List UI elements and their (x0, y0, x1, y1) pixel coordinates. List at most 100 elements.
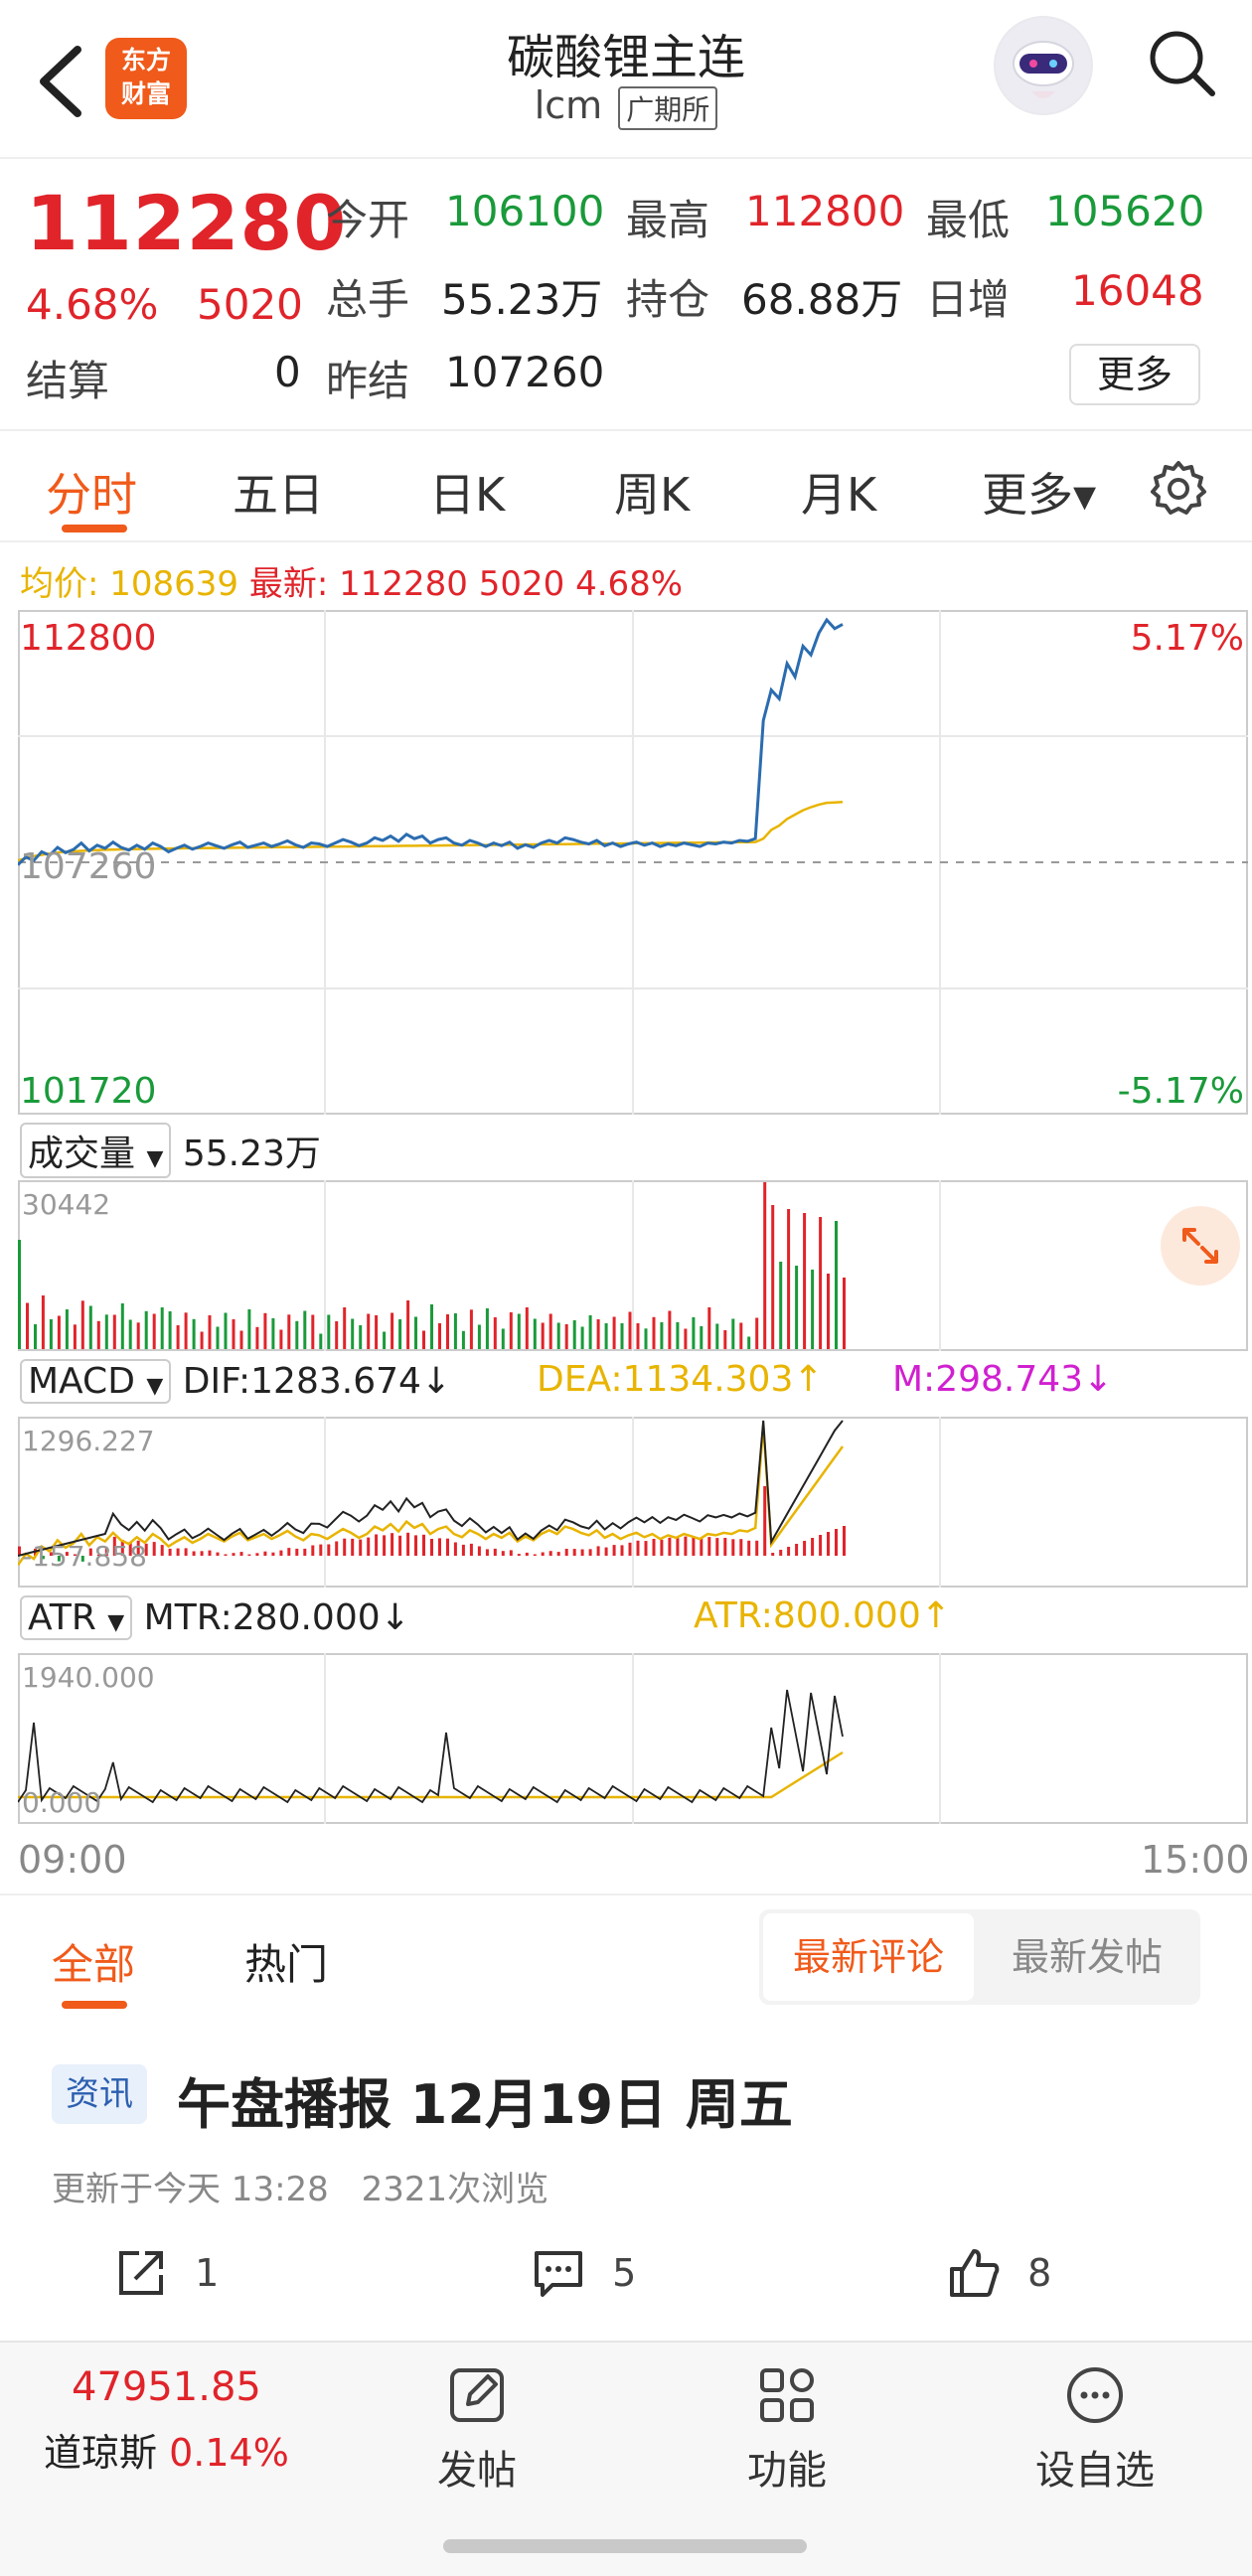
volume-bar (18, 1240, 21, 1349)
volume-bar (414, 1316, 417, 1349)
prev-settle-label: 昨结 (326, 357, 410, 405)
tab-intraday[interactable]: 分时 (46, 459, 137, 525)
macd-bar (580, 1549, 584, 1556)
macd-bar (517, 1554, 521, 1556)
atr-bottom-label: 0.000 (22, 1786, 101, 1819)
atr-chart[interactable]: 1940.000 0.000 (18, 1653, 1248, 1824)
tab-weekly-k[interactable]: 周K (614, 459, 690, 525)
volume-bar (359, 1325, 363, 1349)
sort-latest-post[interactable]: 最新发帖 (982, 1913, 1192, 2001)
more-circle-icon (1067, 2367, 1123, 2423)
volume-bar (684, 1328, 688, 1349)
comment-button[interactable]: 5 (531, 2245, 636, 2309)
volume-selector[interactable]: 成交量 ▼ (20, 1123, 172, 1178)
volume-bar (327, 1314, 331, 1349)
volume-bar (660, 1322, 664, 1349)
volume-bar (819, 1217, 823, 1349)
macd-bar (739, 1539, 743, 1556)
logo-text-2: 财富 (120, 79, 171, 108)
macd-bar (692, 1537, 696, 1556)
volume-bar (493, 1317, 497, 1349)
macd-bar (152, 1542, 156, 1556)
search-icon[interactable] (1143, 24, 1222, 103)
chart-tabs: 分时 五日 日K 周K 月K 更多▾ (0, 429, 1252, 542)
oi-label: 持仓 (626, 275, 710, 324)
macd-bar (533, 1554, 537, 1556)
macd-dif: DIF:1283.674↓ (182, 1361, 452, 1402)
macd-bar (588, 1549, 592, 1556)
macd-chart[interactable]: 1296.227 -157.858 (18, 1417, 1248, 1588)
macd-top-label: 1296.227 (22, 1425, 155, 1457)
volume-bar (430, 1304, 433, 1349)
macd-bar (604, 1547, 608, 1556)
macd-m: M:298.743↓ (892, 1359, 1114, 1400)
macd-bar (453, 1542, 457, 1556)
back-arrow-icon[interactable] (30, 42, 89, 121)
tab-monthly-k[interactable]: 月K (801, 459, 876, 525)
macd-bar (359, 1539, 363, 1556)
volume-bar (469, 1309, 473, 1350)
macd-selector[interactable]: MACD ▼ (20, 1359, 172, 1404)
oi-value: 68.88万 (741, 275, 903, 324)
atr-selector[interactable]: ATR ▼ (20, 1595, 133, 1640)
function-button[interactable]: 功能 (727, 2362, 847, 2496)
volume-bar (501, 1328, 505, 1349)
macd-bar (660, 1539, 664, 1556)
sort-latest-comment[interactable]: 最新评论 (763, 1913, 974, 2001)
volume-bar (176, 1325, 180, 1349)
macd-bar (755, 1540, 759, 1556)
add-watchlist-button[interactable]: 设自选 (1025, 2362, 1165, 2496)
volume-chart[interactable]: 30442 (18, 1180, 1248, 1351)
macd-bar (795, 1544, 799, 1556)
intraday-price-chart[interactable]: 112800 107260 101720 5.17% -5.17% (18, 610, 1248, 1115)
like-button[interactable]: 8 (946, 2245, 1051, 2309)
tab-five-day[interactable]: 五日 (233, 459, 324, 525)
volume-bar (652, 1316, 656, 1350)
more-quote-button[interactable]: 更多 (1069, 344, 1200, 405)
macd-bar (525, 1552, 529, 1556)
daily-inc-label: 日增 (926, 275, 1011, 324)
index-ticker[interactable]: 道琼斯 0.14% (44, 2422, 289, 2477)
post-badge: 资讯 (52, 2064, 147, 2124)
macd-bar (787, 1547, 791, 1556)
macd-bar (827, 1532, 830, 1556)
expand-chart-button[interactable] (1161, 1206, 1240, 1286)
macd-bar (564, 1549, 568, 1556)
settings-gear-icon[interactable] (1149, 459, 1208, 519)
volume-bar (787, 1209, 791, 1349)
macd-bar (406, 1532, 410, 1556)
index-value[interactable]: 47951.85 (72, 2364, 261, 2410)
volume-bar (692, 1317, 696, 1349)
share-button[interactable]: 1 (113, 2245, 219, 2309)
atr-top-label: 1940.000 (22, 1661, 155, 1694)
volume-bar (843, 1278, 846, 1349)
volume-bar (224, 1312, 228, 1349)
macd-bar (367, 1537, 371, 1556)
tab-daily-k[interactable]: 日K (429, 459, 505, 525)
volume-bar (779, 1262, 783, 1349)
tab-more[interactable]: 更多▾ (982, 459, 1096, 525)
volume-bar (263, 1312, 267, 1350)
assistant-robot-icon[interactable] (994, 16, 1093, 115)
macd-bar (335, 1541, 339, 1556)
chart-info-line: 均价: 108639 最新: 112280 5020 4.68% (20, 556, 683, 605)
divider (0, 1894, 1252, 1895)
macd-bar (414, 1535, 417, 1556)
tab-hot[interactable]: 热门 (244, 1931, 328, 1992)
volume-bar (208, 1315, 212, 1349)
volume-bar (160, 1307, 164, 1349)
macd-bar (208, 1550, 212, 1556)
volume-bar (564, 1324, 568, 1349)
volume-bar (295, 1320, 299, 1350)
post-title[interactable]: 午盘播报 12月19日 周五 (177, 2060, 793, 2139)
volume-bar (311, 1314, 315, 1349)
volume-bar (668, 1310, 672, 1349)
volume-bar (26, 1302, 29, 1349)
volume-bar (287, 1314, 291, 1350)
volume-bar (184, 1312, 188, 1350)
tab-all[interactable]: 全部 (52, 1931, 135, 1992)
post-button[interactable]: 发帖 (417, 2362, 537, 2496)
volume-bar (168, 1311, 172, 1349)
macd-bar (263, 1551, 267, 1556)
volume-bar (438, 1323, 441, 1349)
